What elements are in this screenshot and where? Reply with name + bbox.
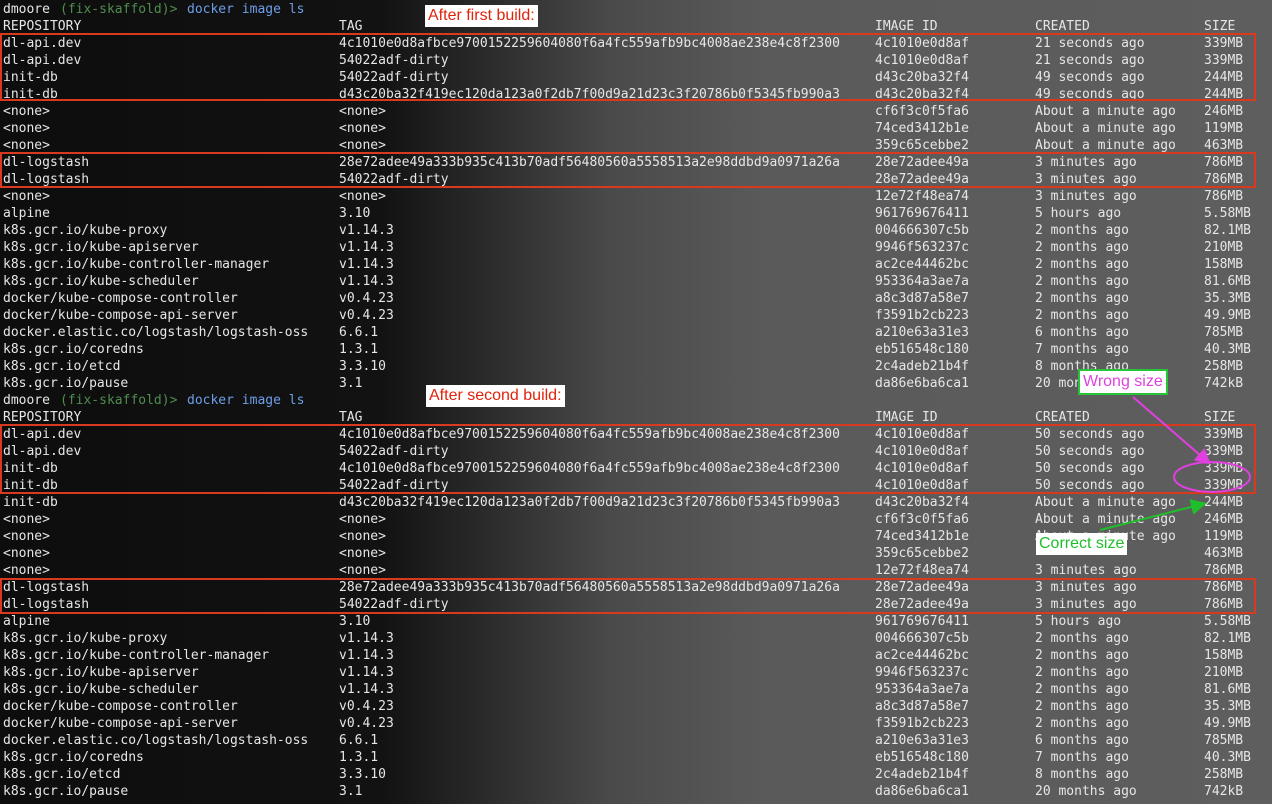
annotation-arrows — [1099, 396, 1251, 531]
correct-size-arrow — [1099, 499, 1207, 531]
wrong-size-circle — [1173, 461, 1251, 493]
wrong-size-arrow — [1132, 396, 1212, 465]
